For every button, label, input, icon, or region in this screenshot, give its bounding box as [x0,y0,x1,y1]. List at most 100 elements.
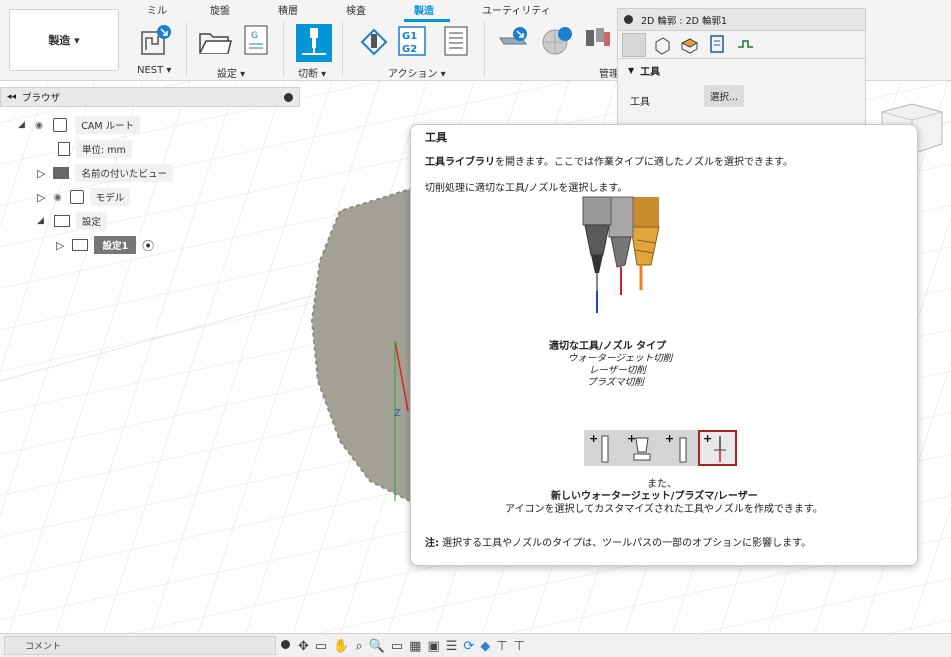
look-at-icon[interactable]: ▭ [315,639,327,654]
visual-style-icon[interactable]: ◆ [480,639,490,654]
tab-additive[interactable]: 積層 [278,2,298,17]
machine-library-icon[interactable] [582,24,616,58]
svg-text:+: + [589,432,598,445]
new-cutting-tool-icon: + [698,430,737,466]
tool-display-icon[interactable]: ⊤ [496,639,507,654]
tab-linking-icon[interactable] [734,33,758,57]
tab-mill[interactable]: ミル [147,2,167,17]
group-nest-label[interactable]: NEST ▾ [137,65,171,76]
select-tool-button[interactable]: 選択... [704,85,744,107]
tab-turning[interactable]: 旋盤 [210,2,230,17]
intro-bold: 工具ライブラリ [425,157,495,168]
tree-item-cam-root[interactable]: ◢ ◉ CAM ルート [18,115,141,135]
add-comment-icon[interactable] [281,640,290,649]
group-setup-label[interactable]: 設定 ▾ [217,65,245,80]
section-title: 工具 [640,66,661,78]
collapse-triangle-icon[interactable]: ◢ [18,120,25,130]
expand-triangle-icon[interactable]: ▷ [37,191,45,204]
collapse-icon[interactable] [624,15,633,24]
fit-icon[interactable]: 🔍 [369,639,385,654]
simulate-icon[interactable] [356,24,390,58]
intro-rest: を開きます。ここでは作業タイプに適したノズルを選択できます。 [495,157,793,168]
tree-item-models[interactable]: ▷ ◉ モデル [37,187,131,207]
folder-open-icon [53,215,70,227]
zoom-icon[interactable]: ⌕ [355,639,362,654]
nest-icon[interactable] [138,24,172,58]
grid-settings-icon[interactable]: ▦ [409,639,421,654]
orbit-icon[interactable]: ✥ [298,639,309,654]
tree-label: 設定 [75,212,107,230]
refresh-icon[interactable]: ⟳ [463,639,474,654]
tree-item-setup1[interactable]: ▷ 設定1 ⦿ [56,235,154,255]
tree-item-units[interactable]: 単位: mm [58,139,132,159]
tooltip-intro: 工具ライブラリを開きます。ここでは作業タイプに適したノズルを選択できます。 [425,153,793,168]
note-rest: 選択する工具やノズルのタイプは、ツールパスの一部のオプションに影響します。 [439,538,812,549]
z-axis-label: Z [394,408,401,419]
expand-triangle-icon[interactable]: ▷ [37,167,45,180]
svg-text:+: + [627,432,636,445]
tab-heights-icon[interactable] [678,33,702,57]
folder-open-icon[interactable] [198,26,232,60]
document-icon [53,118,68,132]
cutting-tool-icon[interactable] [296,24,332,62]
expand-triangle-icon[interactable]: ▷ [56,239,64,252]
tool-library-icon[interactable] [496,24,530,58]
eye-icon[interactable]: ◉ [35,120,43,131]
display-settings-icon[interactable]: ▭ [391,639,403,654]
group-actions-label[interactable]: アクション ▾ [388,65,446,80]
tree-label-selected: 設定1 [94,236,137,254]
divider [186,22,187,77]
note-bold: 注: [425,538,439,549]
pan-icon[interactable]: ✋ [333,639,349,654]
tree-item-setups[interactable]: ◢ 設定 [37,211,107,231]
active-radio-icon[interactable]: ⦿ [142,237,154,254]
setup-sheet-icon[interactable] [442,26,476,60]
svg-text:+: + [703,432,712,445]
folder-open-icon [72,239,89,251]
panel-title: 2D 輪郭 : 2D 輪郭1 [641,15,728,27]
divider [283,22,284,77]
tab-utilities[interactable]: ユーティリティ [482,2,551,17]
tool-field-label: 工具 [630,97,650,108]
workspace-selector[interactable]: 製造 ▾ [9,9,119,71]
tab-fabrication[interactable]: 製造 [414,2,434,17]
eye-icon[interactable]: ◉ [53,192,61,203]
new-tool-description: アイコンを選択してカスタマイズされた工具やノズルを作成できます。 [505,504,823,515]
tab-geometry-icon[interactable] [650,33,674,57]
tool-tooltip: 工具 工具ライブラリを開きます。ここでは作業タイプに適したノズルを選択できます。… [410,124,918,566]
tree-item-named-views[interactable]: ▷ 名前の付いたビュー [37,163,173,183]
tree-label: 名前の付いたビュー [75,164,173,182]
tree-label: CAM ルート [75,116,141,134]
tooltip-title: 工具 [425,131,447,144]
properties-panel: 2D 輪郭 : 2D 輪郭1 ▼ 工具 工具 選択... [617,8,866,126]
group-manage-label[interactable]: 管理 [599,65,619,80]
folder-icon [53,167,70,179]
collapse-triangle-icon[interactable]: ◢ [37,216,44,226]
comment-bar[interactable]: コメント [4,636,276,655]
new-tool-icon-strip: + + + + [584,430,737,466]
tree-label: モデル [89,188,131,206]
caption-item-plasma: プラズマ切削 [587,377,644,388]
divider [484,22,485,77]
tooltip-note: 注: 選択する工具やノズルのタイプは、ツールパスの一部のオプションに影響します。 [425,534,811,549]
tree-label: 単位: mm [76,140,132,158]
browser-panel-header: ◂◂ ブラウザ [0,87,300,107]
post-process-icon[interactable]: G1 G2 [398,26,432,60]
tooltip-line2: 切削処理に適切な工具/ノズルを選択します。 [425,183,628,194]
collapse-icon[interactable]: ◂◂ [7,92,16,102]
new-drill-icon: + [660,430,698,466]
section-collapse-icon[interactable]: ▼ [628,66,634,75]
g-code-icon[interactable]: G [243,24,277,58]
material-library-icon[interactable] [540,24,574,58]
tab-passes-icon[interactable] [706,33,730,57]
svg-text:G2: G2 [402,44,417,55]
tab-tool-icon[interactable] [622,32,646,57]
machine-display-icon[interactable]: ⊤ [514,639,525,654]
svg-text:G: G [251,31,258,41]
group-cut-label[interactable]: 切断 ▾ [298,65,326,80]
minimize-icon[interactable] [284,92,293,102]
tab-inspection[interactable]: 検査 [346,2,366,17]
nozzle-illustration [571,195,671,320]
effects-icon[interactable]: ☰ [446,639,458,654]
viewports-icon[interactable]: ▣ [427,639,439,654]
